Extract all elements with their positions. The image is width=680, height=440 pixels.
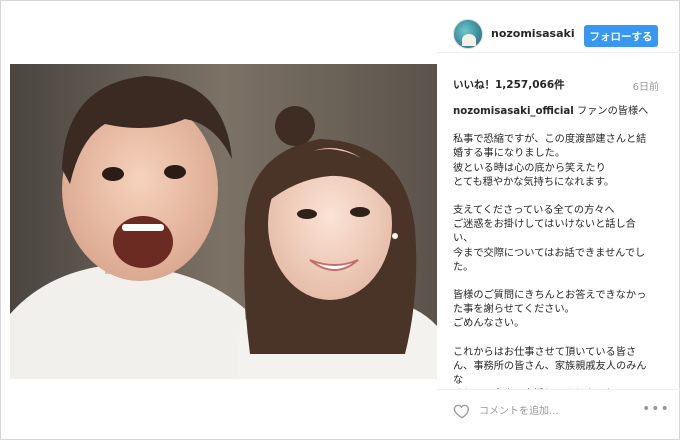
caption-line: い、 [453,233,474,245]
caption-line: ごめんなさい。 [453,318,525,330]
post-sidebar: nozomisasaki_o... フォローする いいね！1,257,066件 … [437,1,680,440]
instagram-post-embed: nozomisasaki_o... フォローする いいね！1,257,066件 … [0,0,680,440]
caption-line: とても穏やかな気持ちになれます。 [453,176,615,188]
more-options-icon[interactable]: ••• [642,402,669,418]
caption-title: ファンの皆様へ [573,106,649,117]
caption-line: な [453,375,464,387]
caption-body: 私事で恐縮ですが、この度渡部建さんと結 婚する事になりました。彼といる時は心の底か… [453,133,663,389]
heart-icon[interactable] [453,402,471,420]
caption-line: これからはお仕事させて頂いている皆さ [453,346,637,358]
post-time[interactable]: 6日前 [633,78,659,93]
caption-line: ん、事務所の皆さん、家族親戚友人のみん [453,360,647,372]
caption-line: 皆様のご質問にきちんとお答えできなかっ [453,290,647,302]
likes-count[interactable]: いいね！1,257,066件 [453,77,565,92]
username-link[interactable]: nozomisasaki_o... [491,27,575,40]
comment-input[interactable] [479,403,629,419]
caption-author[interactable]: nozomisasaki_official [453,106,574,117]
caption-line: た事を謝らせてください。 [453,304,575,316]
caption-line: 婚する事になりました。 [453,148,566,160]
post-photo[interactable] [10,64,437,379]
caption-line: 支えてくださっている全ての方々へ [453,205,615,217]
follow-button[interactable]: フォローする [584,25,658,47]
avatar[interactable] [453,19,483,49]
likes-row: いいね！1,257,066件 6日前 [453,77,659,93]
caption-line: ご迷惑をお掛けしてはいけないと話し合 [453,219,636,231]
caption-title-line: nozomisasaki_official ファンの皆様へ [453,105,663,119]
caption-line: た。 [453,261,474,273]
post-header: nozomisasaki_o... フォローする [437,13,680,53]
caption-line: 彼といる時は心の底から笑えたり [453,162,606,174]
post-photo-image [10,64,437,379]
caption-line: 今まで交際についてはお話できませんでし [453,247,646,259]
post-footer: ••• [437,389,680,433]
caption-line: 私事で恐縮ですが、この度渡部建さんと結 [453,134,647,146]
post-caption: nozomisasaki_official ファンの皆様へ 私事で恐縮ですが、こ… [453,105,663,389]
